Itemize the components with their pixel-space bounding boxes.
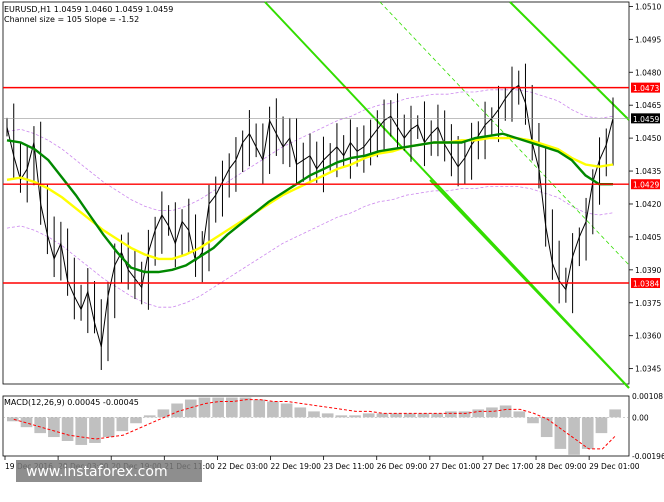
macd-bar [89, 417, 101, 443]
y-tick-label: 1.0345 [635, 365, 661, 374]
macd-bar [253, 399, 266, 418]
macd-bar [7, 417, 19, 422]
macd-bar [527, 417, 539, 424]
y-tick-label: 1.0360 [635, 332, 661, 341]
macd-bar [390, 413, 402, 418]
macd-bar [280, 403, 293, 418]
macd-bar [595, 417, 608, 434]
channel-info: Channel size = 105 Slope = -1.52 [4, 15, 139, 24]
macd-label: MACD(12,26,9) 0.00045 -0.00045 [4, 398, 139, 407]
y-tick-label: 1.0480 [635, 68, 661, 77]
macd-bar [349, 415, 361, 418]
level-label: 1.0429 [633, 181, 659, 190]
y-tick-label: 1.0450 [635, 134, 661, 143]
macd-bar [568, 417, 580, 455]
macd-tick-label: 0.00108 [632, 392, 663, 401]
x-tick-label: 26 Dec 09:00 [377, 462, 428, 471]
macd-bar [609, 409, 621, 418]
macd-bar [403, 413, 416, 418]
y-tick-label: 1.0405 [635, 233, 661, 242]
chart-window: 1.0473 1.0429 1.0384 1.0459 0.00108 0.00 -0.0… [0, 0, 664, 498]
macd-bar [294, 407, 307, 418]
y-tick-label: 1.0465 [635, 101, 661, 110]
x-tick-label: 28 Dec 09:00 [536, 462, 587, 471]
macd-bar [321, 413, 334, 418]
symbol-info: EURUSD,H1 1.0459 1.0460 1.0459 1.0459 [4, 5, 173, 14]
x-tick-label: 27 Dec 17:00 [483, 462, 534, 471]
macd-bar [102, 417, 115, 438]
macd-bar [513, 411, 526, 418]
macd-bar [308, 411, 320, 418]
macd-bar [417, 413, 430, 418]
macd-bar [335, 415, 348, 418]
macd-bar [212, 397, 224, 418]
macd-bar [20, 417, 33, 428]
macd-bar [376, 413, 389, 418]
level-label: 1.0473 [633, 84, 659, 93]
macd-bar [48, 417, 60, 438]
macd-bar [431, 413, 443, 418]
macd-bar [472, 409, 485, 418]
macd-bar [61, 417, 74, 441]
y-tick-label: 1.0420 [635, 200, 661, 209]
macd-bar [34, 417, 47, 434]
x-tick-label: 23 Dec 11:00 [324, 462, 375, 471]
watermark: www.instaforex.com [16, 460, 202, 482]
macd-bar [143, 415, 156, 418]
macd-bar [267, 401, 279, 418]
y-tick-label: 1.0390 [635, 266, 661, 275]
macd-bar [458, 411, 471, 418]
macd-bar [116, 417, 129, 432]
macd-bar [554, 417, 567, 449]
x-tick-label: 29 Dec 01:00 [589, 462, 640, 471]
macd-bar [445, 411, 457, 418]
macd-bar [581, 417, 594, 449]
macd-bar [486, 407, 498, 418]
macd-bar [130, 417, 142, 424]
macd-bar [499, 405, 512, 418]
x-tick-label: 22 Dec 03:00 [217, 462, 268, 471]
macd-bar [226, 397, 238, 418]
macd-tick-label: 0.00 [632, 413, 649, 422]
x-tick-label: 27 Dec 01:00 [430, 462, 481, 471]
macd-bar [198, 397, 211, 418]
price-chart: 1.0473 1.0429 1.0384 1.0459 0.00108 0.00 -0.0… [0, 0, 664, 498]
macd-bar [362, 413, 375, 418]
x-tick-label: 22 Dec 19:00 [271, 462, 322, 471]
watermark-text: www.instaforex.com [26, 464, 168, 480]
macd-bar [75, 417, 88, 445]
y-tick-label: 1.0375 [635, 299, 661, 308]
y-tick-label: 1.0435 [635, 167, 661, 176]
current-price-label: 1.0459 [633, 115, 659, 124]
macd-bar [540, 417, 553, 438]
level-label: 1.0384 [633, 280, 659, 289]
y-tick-label: 1.0510 [635, 2, 661, 11]
y-tick-label: 1.0495 [635, 35, 661, 44]
macd-tick-label: -0.00196 [632, 452, 664, 461]
